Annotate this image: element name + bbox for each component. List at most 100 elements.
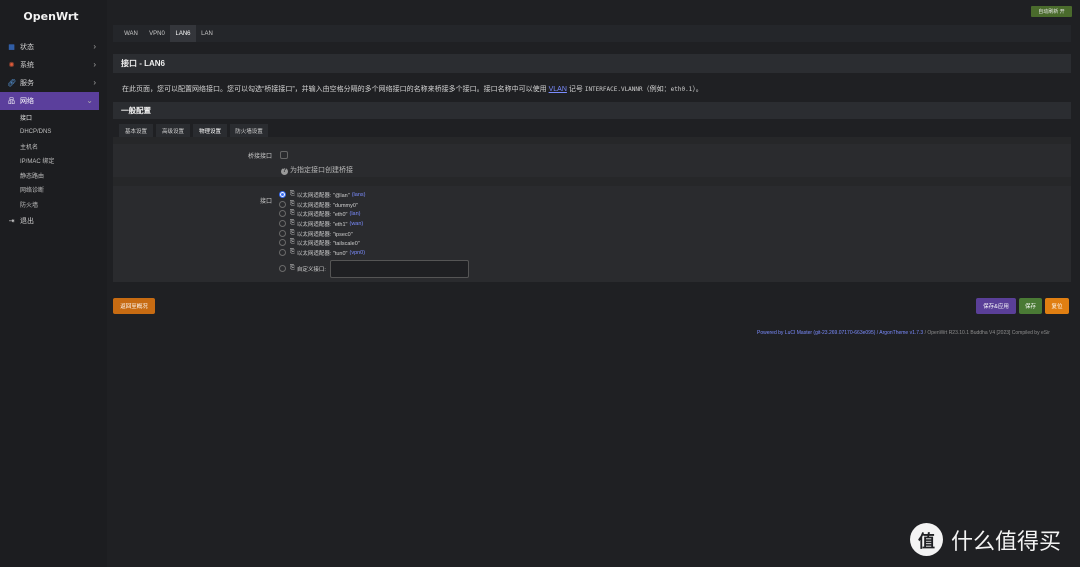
ethernet-icon: ⎘	[290, 265, 295, 271]
option-label: 以太网适配器: "eth1"	[296, 221, 348, 228]
tab-lan6[interactable]: LAN6	[170, 25, 196, 42]
save-apply-button[interactable]: 保存&应用	[976, 298, 1016, 314]
chevron-right-icon: ›	[93, 78, 96, 87]
sidebar-subitem-dhcp[interactable]: DHCP/DNS	[0, 125, 102, 140]
interface-option[interactable]: ⎘ 以太网适配器: "@lan" (lans)	[279, 190, 365, 199]
ethernet-icon: ⎘	[290, 210, 295, 216]
logout-icon: ⇥	[8, 217, 15, 225]
ethernet-icon: ⎘	[290, 220, 295, 226]
grid-icon: ▦	[8, 44, 15, 51]
footer-text: / OpenWrt R23.10.1 Buddha V4 [2023] Comp…	[923, 330, 1050, 336]
bridge-help: ? 为指定接口创建桥接	[281, 165, 353, 175]
bridge-help-text: 为指定接口创建桥接	[290, 167, 353, 174]
ethernet-icon: ⎘	[290, 201, 295, 207]
radio-button[interactable]	[279, 191, 286, 198]
option-label: 以太网适配器: "tailscale0"	[296, 240, 360, 247]
tab-basic-settings[interactable]: 基本设置	[119, 124, 153, 137]
option-label: 自定义接口:	[296, 266, 326, 273]
ethernet-icon: ⎘	[290, 239, 295, 245]
tab-lan[interactable]: LAN	[197, 25, 217, 42]
description-code: INTERFACE.VLANNR	[584, 86, 643, 93]
radio-button[interactable]	[279, 239, 286, 246]
custom-interface-option[interactable]: ⎘ 自定义接口:	[279, 264, 326, 273]
tab-advanced-settings[interactable]: 高级设置	[156, 124, 190, 137]
chevron-right-icon: ›	[93, 42, 96, 51]
vlan-link[interactable]: VLAN	[549, 86, 567, 93]
sidebar-subitem-diagnostics[interactable]: 网络诊断	[0, 183, 102, 198]
ethernet-icon: ⎘	[290, 249, 295, 255]
radio-button[interactable]	[279, 201, 286, 208]
sidebar-subitem-routes[interactable]: 静态路由	[0, 168, 102, 183]
option-label: 以太网适配器: "dummy0"	[296, 202, 358, 209]
footer-luci-link[interactable]: Powered by LuCI Master (git-23.269.07170…	[757, 330, 875, 336]
link-icon: 🔗︎	[7, 80, 16, 87]
radio-button[interactable]	[279, 220, 286, 227]
option-device: (lans)	[351, 191, 366, 198]
description-code: eth0.1	[670, 86, 693, 93]
option-label: 以太网适配器: "ipsec0"	[296, 231, 353, 238]
sidebar-item-system[interactable]: ✺ 系统 ›	[0, 56, 102, 74]
watermark: 值 什么值得买	[910, 523, 1061, 556]
sidebar-item-label: 状态	[20, 44, 34, 51]
network-icon: 品	[8, 98, 15, 105]
option-device: (vpn0)	[349, 249, 366, 256]
interface-option[interactable]: ⎘ 以太网适配器: "tun0" (vpn0)	[279, 248, 365, 257]
section-title: 一般配置	[113, 102, 1071, 119]
brand-logo[interactable]: OpenWrt	[0, 10, 102, 23]
interface-option[interactable]: ⎘ 以太网适配器: "eth0" (lan)	[279, 209, 361, 218]
radio-button[interactable]	[279, 230, 286, 237]
option-label: 以太网适配器: "tun0"	[296, 250, 348, 257]
ethernet-icon: ⎘	[290, 191, 295, 197]
interface-tabs-bar	[113, 25, 1071, 42]
option-device: (wan)	[349, 220, 364, 227]
sidebar-item-network[interactable]: 品 网络 ⌄	[0, 92, 99, 110]
chevron-right-icon: ›	[93, 60, 96, 69]
sidebar-item-label: 退出	[20, 217, 34, 225]
footer-theme-link[interactable]: / ArgonTheme v1.7.3	[875, 330, 923, 336]
sidebar-subitem-ipmac[interactable]: IP/MAC 绑定	[0, 154, 102, 169]
interface-label: 接口	[259, 199, 272, 205]
ethernet-icon: ⎘	[290, 230, 295, 236]
tab-wan[interactable]: WAN	[118, 25, 144, 42]
tab-vpn0[interactable]: VPN0	[145, 25, 169, 42]
interface-option[interactable]: ⎘ 以太网适配器: "dummy0"	[279, 200, 360, 209]
sidebar-subitem-interfaces[interactable]: 接口	[0, 110, 102, 125]
back-to-overview-button[interactable]: 返回至概况	[113, 298, 155, 314]
description-text: （例如：	[642, 86, 671, 93]
interface-option[interactable]: ⎘ 以太网适配器: "eth1" (wan)	[279, 219, 363, 228]
description-text: 在此页面，您可以配置网络接口。您可以勾选“桥接接口”，并输入由空格分隔的多个网络…	[122, 86, 547, 93]
tab-physical-settings[interactable]: 物理设置	[193, 124, 227, 138]
sidebar-nav: ▦ 状态 › ✺ 系统 › 🔗︎ 服务 › 品 网络 ⌄ 接口 DHCP/DNS…	[0, 38, 102, 230]
interface-option[interactable]: ⎘ 以太网适配器: "tailscale0"	[279, 238, 362, 247]
sidebar-item-status[interactable]: ▦ 状态 ›	[0, 38, 102, 56]
radio-button[interactable]	[279, 249, 286, 256]
option-device: (lan)	[349, 210, 361, 217]
footer: Powered by LuCI Master (git-23.269.07170…	[757, 330, 1050, 336]
sidebar-item-logout[interactable]: ⇥ 退出	[0, 212, 102, 230]
bridge-checkbox[interactable]	[280, 151, 288, 159]
watermark-text: 什么值得买	[951, 529, 1062, 555]
sidebar-item-label: 服务	[20, 80, 34, 87]
auto-refresh-button[interactable]: 自动刷新 开	[1031, 6, 1072, 17]
custom-interface-input[interactable]	[330, 260, 469, 278]
sidebar-subitem-firewall[interactable]: 防火墙	[0, 197, 102, 212]
sidebar: OpenWrt ▦ 状态 › ✺ 系统 › 🔗︎ 服务 › 品 网络 ⌄ 接口 …	[0, 0, 107, 567]
help-icon: ?	[281, 168, 288, 175]
description-text: ）。	[692, 86, 703, 93]
reset-button[interactable]: 复位	[1045, 298, 1069, 314]
sidebar-item-services[interactable]: 🔗︎ 服务 ›	[0, 74, 102, 92]
bridge-row	[113, 144, 1071, 177]
save-button[interactable]: 保存	[1019, 298, 1042, 314]
radio-button[interactable]	[279, 265, 286, 272]
tab-firewall-settings[interactable]: 防火墙设置	[230, 124, 268, 137]
radio-button[interactable]	[279, 210, 286, 217]
sidebar-subitem-hostnames[interactable]: 主机名	[0, 139, 102, 154]
sidebar-item-label: 系统	[20, 62, 34, 69]
page-title: 接口 - LAN6	[113, 54, 1071, 73]
gear-icon: ✺	[8, 62, 15, 69]
watermark-logo: 值	[910, 523, 943, 556]
option-label: 以太网适配器: "@lan"	[296, 192, 350, 199]
page-description: 在此页面，您可以配置网络接口。您可以勾选“桥接接口”，并输入由空格分隔的多个网络…	[122, 84, 703, 94]
option-label: 以太网适配器: "eth0"	[296, 211, 348, 218]
interface-option[interactable]: ⎘ 以太网适配器: "ipsec0"	[279, 229, 355, 238]
